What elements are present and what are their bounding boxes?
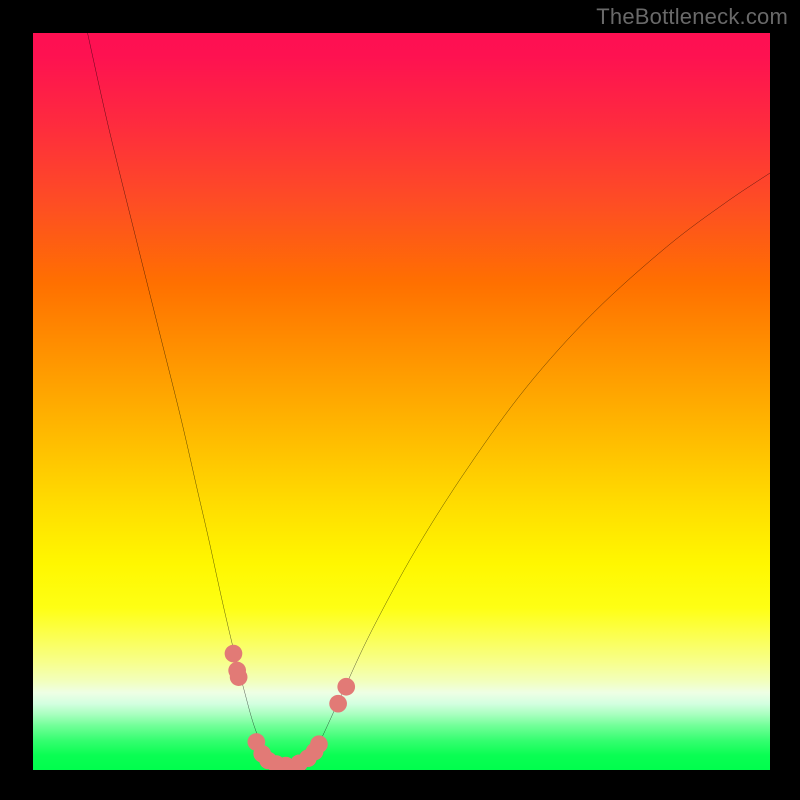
bottleneck-point [329, 695, 347, 713]
chart-container: TheBottleneck.com [0, 0, 800, 800]
bottleneck-point [337, 678, 355, 696]
watermark-text: TheBottleneck.com [596, 4, 788, 30]
points-layer [33, 33, 770, 770]
plot-area [33, 33, 770, 770]
bottleneck-point [225, 645, 243, 663]
bottleneck-points-group [225, 645, 355, 770]
bottleneck-point [310, 735, 328, 753]
bottleneck-point [230, 668, 248, 686]
